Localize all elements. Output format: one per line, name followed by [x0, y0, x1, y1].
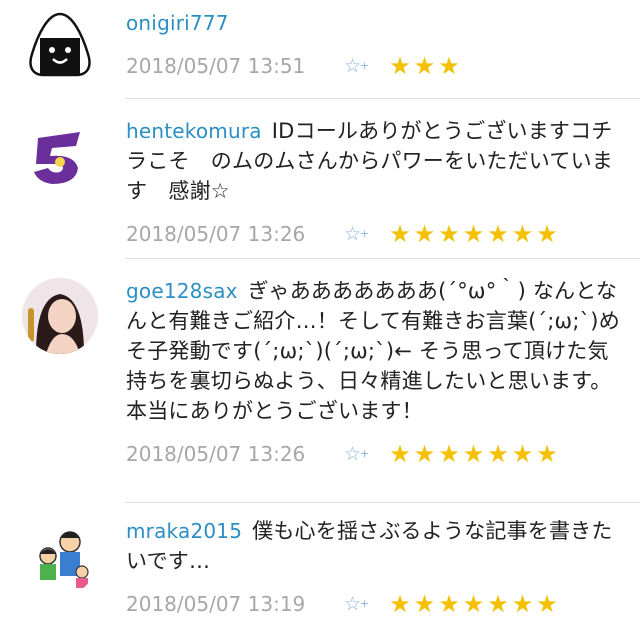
comment-meta: 2018/05/07 13:51 ☆ + ★ ★ ★	[126, 48, 620, 84]
add-star-icon: ☆	[344, 593, 362, 615]
add-star-button[interactable]: ☆ +	[344, 223, 388, 245]
comment-username[interactable]: onigiri777	[126, 11, 229, 35]
star-icon[interactable]: ★	[437, 52, 461, 80]
avatar-hentekomura[interactable]	[22, 118, 98, 194]
star-icon[interactable]: ★	[413, 440, 437, 468]
star-icon[interactable]: ★	[462, 590, 486, 618]
comment-timestamp[interactable]: 2018/05/07 13:26	[126, 442, 344, 466]
star-icon[interactable]: ★	[462, 220, 486, 248]
comment-timestamp[interactable]: 2018/05/07 13:51	[126, 54, 344, 78]
star-icon[interactable]: ★	[535, 590, 559, 618]
plus-icon: +	[360, 227, 370, 240]
star-icon[interactable]: ★	[437, 590, 461, 618]
star-icon[interactable]: ★	[486, 440, 510, 468]
photo-avatar-icon	[22, 278, 98, 354]
avatar-goe128sax[interactable]	[22, 278, 98, 354]
comment-meta: 2018/05/07 13:19 ☆ + ★ ★ ★ ★ ★ ★ ★	[126, 586, 620, 622]
add-star-icon: ☆	[344, 223, 362, 245]
purple-logo-icon	[34, 132, 80, 184]
plus-icon: +	[360, 59, 370, 72]
star-list: ★ ★ ★	[388, 52, 462, 80]
star-icon[interactable]: ★	[486, 220, 510, 248]
divider	[126, 258, 640, 259]
comment-timestamp[interactable]: 2018/05/07 13:26	[126, 222, 344, 246]
star-icon[interactable]: ★	[437, 440, 461, 468]
plus-icon: +	[360, 447, 370, 460]
star-icon[interactable]: ★	[388, 440, 412, 468]
star-icon[interactable]: ★	[413, 590, 437, 618]
star-icon[interactable]: ★	[388, 590, 412, 618]
avatar-onigiri[interactable]	[22, 8, 98, 84]
comment-item: mraka2015 僕も心を揺さぶるような記事を書きたいです… 2018/05/0…	[0, 504, 640, 634]
star-list: ★ ★ ★ ★ ★ ★ ★	[388, 440, 560, 468]
star-list: ★ ★ ★ ★ ★ ★ ★	[388, 590, 560, 618]
comment-meta: 2018/05/07 13:26 ☆ + ★ ★ ★ ★ ★ ★ ★	[126, 436, 620, 472]
add-star-button[interactable]: ☆ +	[344, 443, 388, 465]
comment-username[interactable]: mraka2015	[126, 519, 242, 543]
add-star-button[interactable]: ☆ +	[344, 593, 388, 615]
star-icon[interactable]: ★	[535, 220, 559, 248]
comment-item: hentekomura IDコールありがとうございますコチラこそ のムのムさんから…	[0, 100, 640, 250]
star-icon[interactable]: ★	[511, 440, 535, 468]
comment-timestamp[interactable]: 2018/05/07 13:19	[126, 592, 344, 616]
plus-icon: +	[360, 597, 370, 610]
star-icon[interactable]: ★	[388, 220, 412, 248]
family-drawing-icon	[39, 531, 89, 588]
comment-item: onigiri777 2018/05/07 13:51 ☆ + ★ ★ ★	[0, 0, 640, 96]
add-star-icon: ☆	[344, 55, 362, 77]
divider	[126, 502, 640, 503]
divider	[126, 98, 640, 99]
star-icon[interactable]: ★	[388, 52, 412, 80]
comment-item: goe128sax ぎゃあああああああ(´°ω°｀) なんとなんと有難きご紹介…！…	[0, 260, 640, 502]
star-icon[interactable]: ★	[535, 440, 559, 468]
comment-username[interactable]: goe128sax	[126, 279, 238, 303]
add-star-button[interactable]: ☆ +	[344, 55, 388, 77]
comment-username[interactable]: hentekomura	[126, 119, 262, 143]
star-icon[interactable]: ★	[511, 220, 535, 248]
star-icon[interactable]: ★	[437, 220, 461, 248]
star-icon[interactable]: ★	[413, 220, 437, 248]
add-star-icon: ☆	[344, 443, 362, 465]
star-list: ★ ★ ★ ★ ★ ★ ★	[388, 220, 560, 248]
comment-meta: 2018/05/07 13:26 ☆ + ★ ★ ★ ★ ★ ★ ★	[126, 216, 620, 252]
star-icon[interactable]: ★	[462, 440, 486, 468]
star-icon[interactable]: ★	[511, 590, 535, 618]
onigiri-icon	[29, 12, 91, 77]
star-icon[interactable]: ★	[486, 590, 510, 618]
star-icon[interactable]: ★	[413, 52, 437, 80]
avatar-mraka2015[interactable]	[22, 520, 98, 596]
